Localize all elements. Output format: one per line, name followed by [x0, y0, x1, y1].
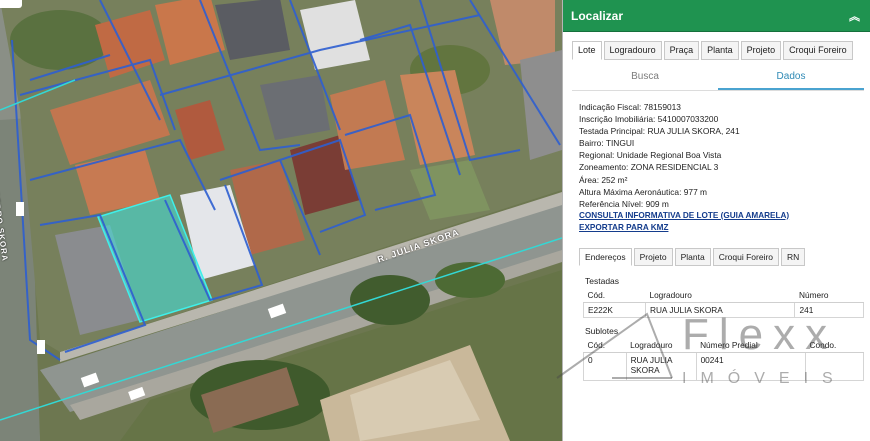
- info-inscricao: Inscrição Imobiliária: 5410007033200: [579, 114, 719, 125]
- tab-detail-croqui[interactable]: Croqui Foreiro: [712, 248, 780, 266]
- column-header: Cód.: [583, 338, 627, 353]
- lot-info: Indicação Fiscal: 78159013 Inscrição Imo…: [579, 101, 867, 234]
- tab-praca[interactable]: Praça: [663, 41, 700, 60]
- cell-numero: 241: [794, 302, 864, 318]
- cell-logradouro: RUA JULIA SKORA: [644, 302, 796, 318]
- info-altura: Altura Máxima Aeronáutica: 977 m: [579, 186, 708, 197]
- table-row[interactable]: 0 RUA JULIA SKORA 00241: [583, 352, 864, 381]
- table-header-row: Cód. Logradouro Número: [583, 288, 864, 303]
- tab-detail-planta[interactable]: Planta: [674, 248, 711, 266]
- tab-enderecos[interactable]: Endereços: [579, 248, 632, 266]
- tab-lote[interactable]: Lote: [572, 41, 602, 60]
- table-row[interactable]: E222K RUA JULIA SKORA 241: [583, 302, 864, 318]
- detail-tabs: Endereços Projeto Planta Croqui Foreiro …: [579, 248, 807, 266]
- tab-detail-rn[interactable]: RN: [781, 248, 806, 266]
- info-zoneamento: Zoneamento: ZONA RESIDENCIAL 3: [579, 162, 719, 173]
- cell-numero-predial: 00241: [695, 352, 807, 381]
- column-header: Logradouro: [626, 338, 697, 353]
- zoom-control[interactable]: [0, 0, 22, 8]
- tab-logradouro[interactable]: Logradouro: [603, 41, 662, 60]
- panel-header: Localizar ︽: [563, 0, 870, 32]
- subtab-busca[interactable]: Busca: [572, 64, 718, 90]
- table-header-row: Cód. Logradouro Número Predial Condo.: [583, 338, 864, 353]
- info-indicacao-fiscal: Indicação Fiscal: 78159013: [579, 102, 681, 112]
- column-header: Condo.: [805, 338, 864, 353]
- map-view[interactable]: R. JULIA SKORA R. PEDRO SKORA: [0, 0, 562, 441]
- info-referencia: Referência Nível: 909 m: [579, 198, 669, 209]
- cell-cod: E222K: [583, 302, 646, 318]
- sublotes-title: Sublotes: [585, 326, 619, 336]
- tab-croqui-foreiro[interactable]: Croqui Foreiro: [783, 41, 853, 60]
- cell-logradouro: RUA JULIA SKORA: [625, 352, 697, 381]
- panel-title: Localizar: [571, 8, 624, 23]
- testadas-table: Cód. Logradouro Número E222K RUA JULIA S…: [583, 288, 864, 318]
- double-chevron-up-icon[interactable]: ︽: [849, 8, 860, 24]
- info-area: Área: 252 m²: [579, 174, 628, 185]
- cell-condo: [805, 352, 864, 381]
- tab-planta[interactable]: Planta: [701, 41, 739, 60]
- column-header: Logradouro: [645, 288, 795, 303]
- column-header: Cód.: [583, 288, 646, 303]
- exportar-kmz-link[interactable]: EXPORTAR PARA KMZ: [579, 222, 867, 234]
- consulta-informativa-link[interactable]: CONSULTA INFORMATIVA DE LOTE (GUIA AMARE…: [579, 210, 867, 222]
- cell-cod: 0: [583, 352, 627, 381]
- sub-tabs: Busca Dados: [572, 64, 864, 91]
- satellite-map: [0, 0, 562, 441]
- sublotes-table: Cód. Logradouro Número Predial Condo. 0 …: [583, 338, 864, 381]
- column-header: Número Predial: [696, 338, 806, 353]
- info-bairro: Bairro: TINGUI: [579, 138, 635, 149]
- localizar-panel: Localizar ︽ Lote Logradouro Praça Planta…: [562, 0, 870, 441]
- subtab-dados[interactable]: Dados: [718, 64, 864, 90]
- testadas-title: Testadas: [585, 276, 620, 286]
- tab-projeto[interactable]: Projeto: [740, 41, 782, 60]
- main-tabs: Lote Logradouro Praça Planta Projeto Cro…: [572, 41, 855, 60]
- column-header: Número: [794, 288, 864, 303]
- tab-detail-projeto[interactable]: Projeto: [633, 248, 673, 266]
- info-regional: Regional: Unidade Regional Boa Vista: [579, 150, 722, 161]
- info-testada: Testada Principal: RUA JULIA SKORA, 241: [579, 126, 740, 137]
